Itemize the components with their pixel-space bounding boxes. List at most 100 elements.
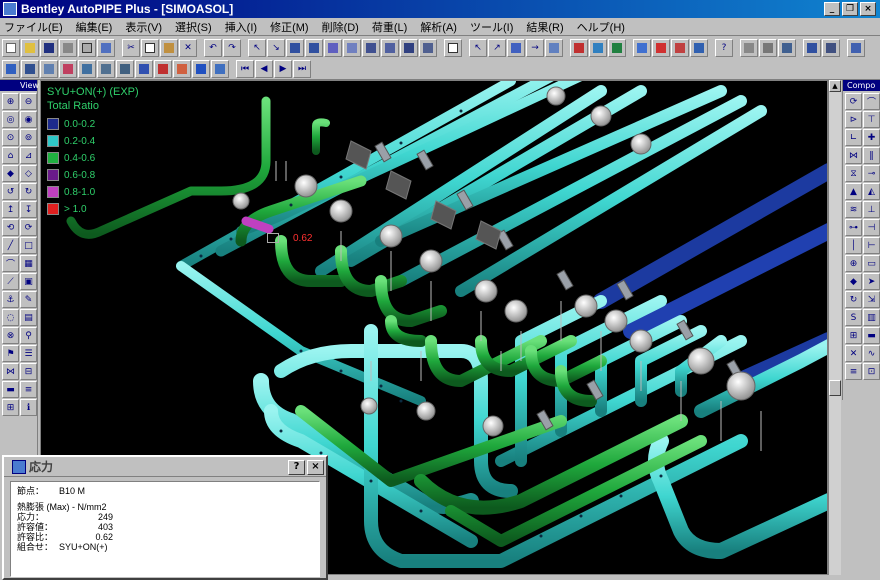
support-tool-icon[interactable]: ▤ bbox=[20, 309, 37, 326]
frame-icon[interactable]: ▣ bbox=[20, 273, 37, 290]
bow-icon[interactable]: ⋈ bbox=[2, 363, 19, 380]
view-plan-icon[interactable]: ⊿ bbox=[20, 147, 37, 164]
hanger-icon[interactable]: ⊥ bbox=[863, 201, 880, 218]
menu-edit[interactable]: 編集(E) bbox=[76, 19, 113, 35]
modal-analysis-icon[interactable] bbox=[589, 39, 607, 57]
insert-segment-icon[interactable] bbox=[305, 39, 323, 57]
run-icon[interactable]: ⟳ bbox=[845, 93, 862, 110]
zoom-previous-icon[interactable]: ◉ bbox=[20, 111, 37, 128]
stress-callout[interactable]: 0.62 bbox=[267, 233, 312, 244]
limit-stop-icon[interactable]: ⊣ bbox=[863, 219, 880, 236]
info-icon[interactable]: ℹ bbox=[20, 399, 37, 416]
last-record-icon[interactable]: ⏭ bbox=[293, 59, 311, 78]
valve[interactable] bbox=[574, 294, 598, 318]
dyn-icon[interactable]: ∿ bbox=[863, 345, 880, 362]
orbit-right-icon[interactable]: ⟳ bbox=[20, 219, 37, 236]
beam-icon[interactable]: ▬ bbox=[863, 327, 880, 344]
sif-icon[interactable]: S bbox=[845, 309, 862, 326]
export-icon[interactable] bbox=[847, 39, 865, 57]
menu-modify[interactable]: 修正(M) bbox=[270, 19, 309, 35]
force-component-icon[interactable]: ➤ bbox=[863, 273, 880, 290]
insert-support-icon[interactable] bbox=[400, 39, 418, 57]
pointer-icon[interactable]: ↖ bbox=[469, 39, 487, 57]
undo-history-icon[interactable] bbox=[97, 39, 115, 57]
menu-file[interactable]: ファイル(E) bbox=[4, 19, 63, 35]
coordinate-icon[interactable] bbox=[21, 59, 39, 78]
valve[interactable] bbox=[604, 309, 628, 333]
node-tool-icon[interactable]: ◌ bbox=[2, 309, 19, 326]
seismic-icon[interactable] bbox=[211, 59, 229, 78]
valve[interactable] bbox=[360, 397, 378, 415]
zoom-window-icon[interactable]: ◎ bbox=[2, 111, 19, 128]
rotate-left-icon[interactable]: ↺ bbox=[2, 183, 19, 200]
database-icon[interactable] bbox=[778, 39, 796, 57]
view-side-icon[interactable]: ◇ bbox=[20, 165, 37, 182]
cross-icon[interactable]: ✚ bbox=[863, 129, 880, 146]
pressure-icon[interactable] bbox=[135, 59, 153, 78]
open-folder-icon[interactable] bbox=[21, 39, 39, 57]
displacement-icon[interactable]: ⇲ bbox=[863, 291, 880, 308]
rotate-icon[interactable] bbox=[545, 39, 563, 57]
valve[interactable] bbox=[232, 192, 250, 210]
print-icon[interactable] bbox=[59, 39, 77, 57]
menu-select[interactable]: 選択(S) bbox=[175, 19, 212, 35]
properties-icon[interactable] bbox=[444, 39, 462, 57]
component-icon[interactable] bbox=[97, 59, 115, 78]
orbit-left-icon[interactable]: ⟲ bbox=[2, 219, 19, 236]
grid-tool-icon[interactable]: ▦ bbox=[20, 255, 37, 272]
weight-component-icon[interactable]: ◆ bbox=[845, 273, 862, 290]
zoom-in-icon[interactable]: ⊕ bbox=[2, 93, 19, 110]
report-icon[interactable] bbox=[740, 39, 758, 57]
menu-load[interactable]: 荷重(L) bbox=[372, 19, 407, 35]
snubber-icon[interactable]: ⊶ bbox=[845, 219, 862, 236]
insert-tee-icon[interactable] bbox=[419, 39, 437, 57]
copy-icon[interactable] bbox=[141, 39, 159, 57]
insert-flange-icon[interactable] bbox=[362, 39, 380, 57]
zoom-window-icon[interactable] bbox=[507, 39, 525, 57]
help-button[interactable]: ? bbox=[288, 460, 305, 475]
gap-icon[interactable]: ⊡ bbox=[863, 363, 880, 380]
insert-reducer-icon[interactable] bbox=[381, 39, 399, 57]
select-point-icon[interactable]: ↖ bbox=[248, 39, 266, 57]
frame-component-icon[interactable]: ⊞ bbox=[845, 327, 862, 344]
connection-icon[interactable]: ⊗ bbox=[2, 327, 19, 344]
temperature-icon[interactable] bbox=[154, 59, 172, 78]
moment-icon[interactable]: ↻ bbox=[845, 291, 862, 308]
vertical-scrollbar[interactable]: ▲ bbox=[828, 80, 841, 575]
rotate-right-icon[interactable]: ↻ bbox=[20, 183, 37, 200]
section-icon[interactable]: ⊞ bbox=[2, 399, 19, 416]
eq-icon[interactable]: ≡ bbox=[845, 363, 862, 380]
guide-icon[interactable]: ◭ bbox=[863, 183, 880, 200]
redo-icon[interactable]: ↷ bbox=[223, 39, 241, 57]
view-iso-icon[interactable]: ⌂ bbox=[2, 147, 19, 164]
load-case-icon[interactable] bbox=[116, 59, 134, 78]
next-record-icon[interactable]: ▶ bbox=[274, 59, 292, 78]
zoom-all-icon[interactable]: ⊙ bbox=[2, 129, 19, 146]
previous-record-icon[interactable]: ◀ bbox=[255, 59, 273, 78]
scroll-up-arrow[interactable]: ▲ bbox=[829, 80, 841, 92]
minimize-button[interactable]: _ bbox=[824, 2, 840, 16]
rotate-down-icon[interactable]: ↧ bbox=[20, 201, 37, 218]
view-front-icon[interactable]: ◆ bbox=[2, 165, 19, 182]
static-analysis-icon[interactable] bbox=[570, 39, 588, 57]
restore-button[interactable]: ❐ bbox=[842, 2, 858, 16]
label-icon[interactable]: ☰ bbox=[20, 345, 37, 362]
valve[interactable] bbox=[590, 105, 612, 127]
valve[interactable] bbox=[416, 401, 436, 421]
valve[interactable] bbox=[474, 279, 498, 303]
valve-icon[interactable]: ⋈ bbox=[845, 147, 862, 164]
grid-icon[interactable] bbox=[2, 59, 20, 78]
dialog-close-button[interactable]: × bbox=[307, 460, 324, 475]
menu-results[interactable]: 結果(R) bbox=[526, 19, 563, 35]
link-icon[interactable]: ⚲ bbox=[20, 327, 37, 344]
valve[interactable] bbox=[482, 415, 504, 437]
valve[interactable] bbox=[329, 199, 353, 223]
insert-valve-icon[interactable] bbox=[343, 39, 361, 57]
rotate-up-icon[interactable]: ↥ bbox=[2, 201, 19, 218]
new-file-icon[interactable] bbox=[2, 39, 20, 57]
valve[interactable] bbox=[294, 174, 318, 198]
layer-stack-icon[interactable]: ≡ bbox=[20, 381, 37, 398]
rigid-icon[interactable]: ▭ bbox=[863, 255, 880, 272]
elbow-icon[interactable]: ∟ bbox=[845, 129, 862, 146]
title-bar[interactable]: Bentley AutoPIPE Plus - [SIMOASOL] _ ❐ × bbox=[0, 0, 880, 18]
